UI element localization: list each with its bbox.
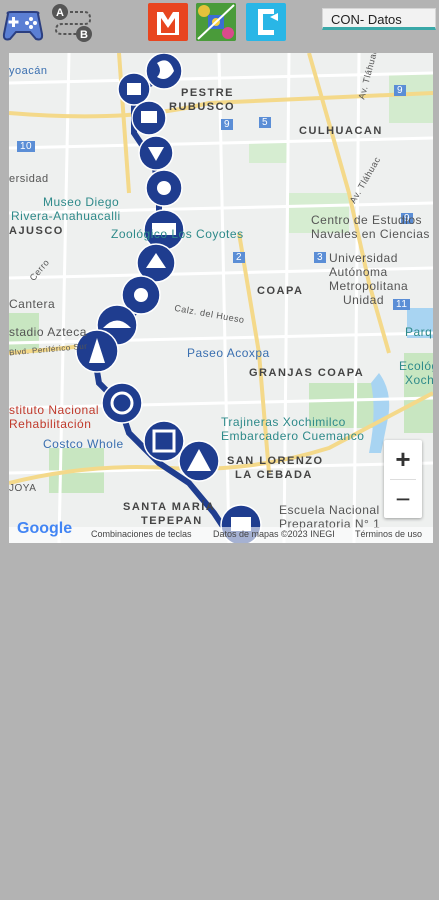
map-data-text: Datos de mapas ©2023 INEGI <box>213 529 335 539</box>
label-centro-2: Navales en Ciencias <box>311 227 430 241</box>
label-parque-2: Ecológico <box>399 359 433 373</box>
refresh-app-icon[interactable] <box>246 3 286 41</box>
label-costco: Costco Whole <box>43 437 124 451</box>
label-paseo: Paseo Acoxpa <box>187 346 270 360</box>
label-uam-4: Unidad <box>343 293 385 307</box>
label-culhuacan: CULHUACAN <box>299 125 383 137</box>
keyboard-shortcuts-link[interactable]: Combinaciones de teclas <box>91 529 192 539</box>
label-uam-1: Universidad <box>329 251 398 265</box>
google-logo-text: Google <box>17 520 73 537</box>
ab-route-icon[interactable]: A B <box>50 2 94 44</box>
label-granjas: GRANJAS COAPA <box>249 367 365 379</box>
zoom-in-button[interactable]: + <box>384 440 422 478</box>
label-coapa: COAPA <box>257 285 304 297</box>
road-badge-10: 10 <box>17 141 36 152</box>
google-logo: Google <box>17 520 72 538</box>
label-san-lorenzo-1: SAN LORENZO <box>227 455 324 467</box>
terms-link[interactable]: Términos de uso <box>355 529 422 539</box>
map-view[interactable]: 9 5 10 9 9 2 3 11 yoacán PESTRE RUBUSCO … <box>9 53 433 543</box>
label-joya: JOYA <box>9 483 37 494</box>
tren-ligero-app-icon[interactable] <box>196 3 236 41</box>
label-uam-3: Metropolitana <box>329 279 409 293</box>
zoom-out-button[interactable]: − <box>384 480 422 518</box>
station-11-icon[interactable] <box>101 382 143 424</box>
label-cantera: Cantera <box>9 297 56 311</box>
gamepad-icon[interactable] <box>2 4 44 44</box>
metro-app-icon[interactable] <box>148 3 188 41</box>
top-toolbar: A B CON- Datos <box>0 0 439 50</box>
ab-b-label: B <box>80 29 88 41</box>
label-instituto-1: stituto Nacional <box>9 403 100 417</box>
label-uam-2: Autónoma <box>329 265 388 279</box>
road-badge-3: 3 <box>314 252 327 263</box>
label-estadio: stadio Azteca <box>9 325 87 339</box>
zoom-controls: + − <box>384 440 422 518</box>
label-escuela-1: Escuela Nacional <box>279 503 380 517</box>
label-museo-2: Rivera-Anahuacalli <box>11 209 121 223</box>
road-badge-9b: 9 <box>394 85 407 96</box>
label-instituto-2: Rehabilitación <box>9 417 92 431</box>
label-santa-maria-2: TEPEPAN <box>141 515 203 527</box>
station-12-icon[interactable] <box>143 420 185 462</box>
label-parque-1: Parque <box>405 325 433 339</box>
map-attribution: Combinaciones de teclas Datos de mapas ©… <box>9 527 433 543</box>
label-parque-3: Xochimi <box>405 373 433 387</box>
label-reserva: ersidad <box>9 173 49 185</box>
label-trajineras-2: Embarcadero Cuemanco <box>221 429 365 443</box>
label-museo-1: Museo Diego <box>43 195 120 209</box>
ab-a-label: A <box>56 7 64 19</box>
label-san-lorenzo-2: LA CEBADA <box>235 469 313 481</box>
road-badge-2: 2 <box>233 252 246 263</box>
label-centro-1: Centro de Estudios <box>311 213 423 227</box>
label-trajineras-1: Trajineras Xochimilco <box>221 415 346 429</box>
label-santa-maria-1: SANTA MARÍA <box>123 501 216 513</box>
label-churubusco: RUBUSCO <box>169 101 236 113</box>
road-badge-9: 9 <box>221 119 234 130</box>
label-coyoacan: yoacán <box>9 65 48 77</box>
label-zoologico: Zoológico Los Coyotes <box>111 227 244 241</box>
road-badge-11: 11 <box>393 299 411 310</box>
road-badge-5: 5 <box>259 117 272 128</box>
con-datos-button[interactable]: CON- Datos <box>322 8 436 30</box>
label-ajusco: AJUSCO <box>9 225 64 237</box>
label-campestre: PESTRE <box>181 87 235 99</box>
